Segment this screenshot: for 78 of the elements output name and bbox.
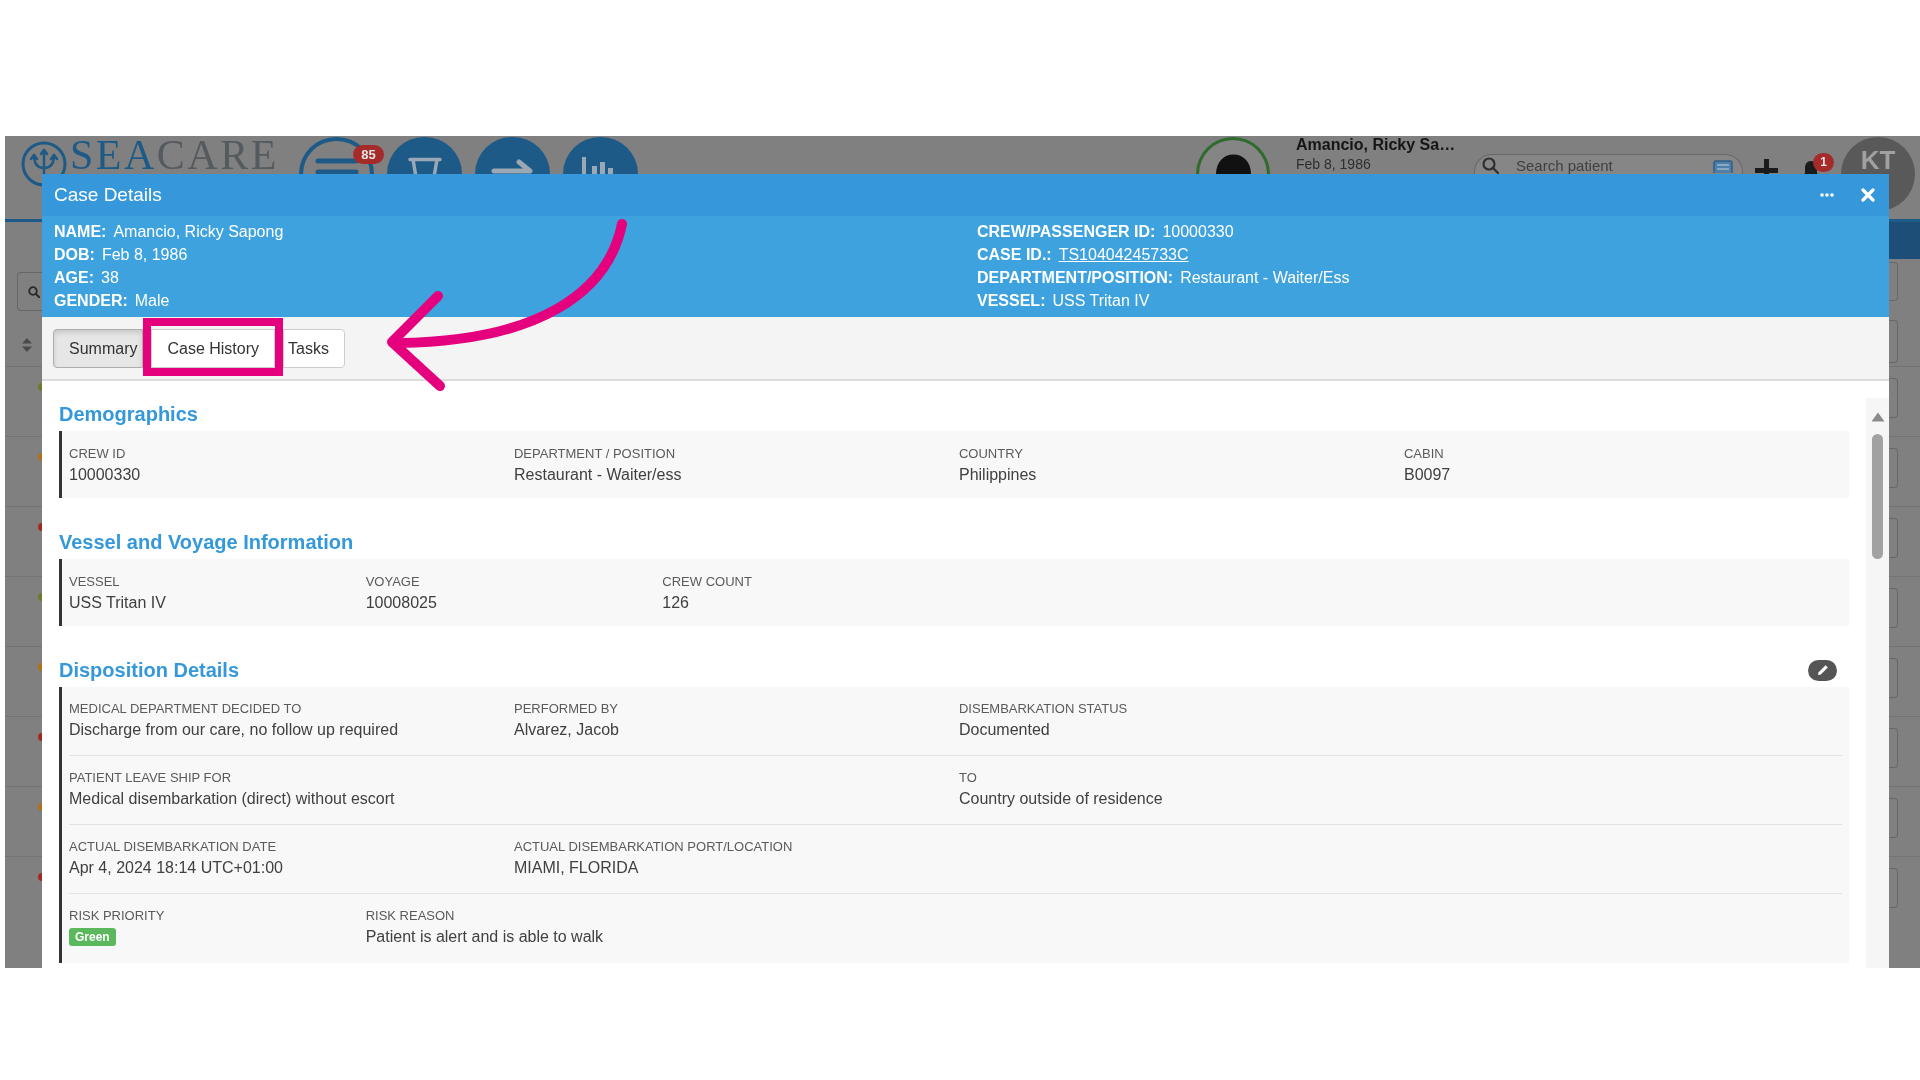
info-label: NAME: xyxy=(54,222,107,242)
field-label: VESSEL xyxy=(69,574,120,589)
field-label: DEPARTMENT / POSITION xyxy=(514,446,676,461)
field-label: MEDICAL DEPARTMENT DECIDED TO xyxy=(69,701,302,716)
field-label: PATIENT LEAVE SHIP FOR xyxy=(69,770,232,785)
field-label: RISK PRIORITY xyxy=(69,908,165,923)
field-label: COUNTRY xyxy=(958,446,1023,461)
field-value: Restaurant - Waiter/ess xyxy=(514,465,682,485)
trident-logo-icon xyxy=(21,141,67,187)
info-value: USS Tritan IV xyxy=(1052,291,1150,311)
field-label: RISK REASON xyxy=(365,908,455,923)
field-label: TO xyxy=(958,770,977,785)
section-title: Demographics xyxy=(59,402,198,426)
nav-button[interactable] xyxy=(387,137,462,174)
info-label: AGE: xyxy=(54,268,94,288)
person-silhouette-icon xyxy=(1214,154,1252,174)
right-arrow-icon xyxy=(490,159,535,174)
field-value: Philippines xyxy=(958,465,1037,485)
menu-icon xyxy=(314,158,359,174)
search-icon xyxy=(28,285,40,298)
field-value: 10000330 xyxy=(69,465,141,485)
patient-dob: Feb 8, 1986 xyxy=(1296,156,1372,172)
more-icon[interactable] xyxy=(1820,193,1834,197)
field-label: CABIN xyxy=(1403,446,1444,461)
field-value: Alvarez, Jacob xyxy=(514,720,619,740)
scrollbar-thumb[interactable] xyxy=(1872,434,1883,559)
header-bar xyxy=(1889,222,1920,259)
info-value: Restaurant - Waiter/Ess xyxy=(1180,268,1350,288)
info-value: Feb 8, 1986 xyxy=(101,245,188,265)
field-value: Apr 4, 2024 18:14 UTC+01:00 xyxy=(69,858,283,878)
info-value: Amancio, Ricky Sapong xyxy=(113,222,284,242)
search-field[interactable]: Search patient xyxy=(1474,154,1743,174)
field-value: Country outside of residence xyxy=(958,789,1163,809)
field-value: Documented xyxy=(958,720,1050,740)
id-card-icon xyxy=(1713,160,1733,173)
section-title: Vessel and Voyage Information xyxy=(59,530,354,554)
field-value: 126 xyxy=(662,593,689,613)
field-label: ACTUAL DISEMBARKATION DATE xyxy=(69,839,277,854)
field-value: Patient is alert and is able to walk xyxy=(365,927,604,947)
plus-icon[interactable] xyxy=(1754,158,1779,174)
info-value: 10000330 xyxy=(1162,222,1234,242)
field-value: 10008025 xyxy=(365,593,437,613)
field-value: Medical disembarkation (direct) without escort xyxy=(69,789,395,809)
field-label: DISEMBARKATION STATUS xyxy=(958,701,1128,716)
info-label: CREW/PASSENGER ID: xyxy=(977,222,1156,242)
info-label: VESSEL: xyxy=(977,291,1046,311)
search-icon xyxy=(1482,157,1499,174)
field-label: ACTUAL DISEMBARKATION PORT/LOCATION xyxy=(514,839,793,854)
info-value: 38 xyxy=(101,268,119,288)
field-label: CREW COUNT xyxy=(662,574,752,589)
count-badge: 85 xyxy=(353,145,384,164)
field-value: USS Tritan IV xyxy=(69,593,166,613)
priority-badge: Green xyxy=(69,928,116,946)
edit-button[interactable] xyxy=(1808,659,1837,681)
field-value: Discharge from our care, no follow up required xyxy=(69,720,399,740)
sort-icon[interactable] xyxy=(22,338,32,352)
scroll-up-icon[interactable] xyxy=(1870,412,1885,422)
tab[interactable]: Summary xyxy=(53,329,144,368)
info-label: DOB: xyxy=(54,245,95,265)
tab[interactable]: Tasks xyxy=(283,329,345,368)
field-label: VOYAGE xyxy=(365,574,420,589)
field-label: CREW ID xyxy=(69,446,126,461)
field-value: B0097 xyxy=(1403,465,1451,485)
info-label: CASE ID.: xyxy=(977,245,1052,265)
patient-name: Amancio, Ricky Sa… xyxy=(1296,136,1457,154)
info-value: Male xyxy=(134,291,170,311)
close-icon[interactable] xyxy=(1861,188,1875,202)
dialog-title: Case Details xyxy=(54,184,163,206)
scrollbar[interactable] xyxy=(1866,398,1889,968)
field-value: MIAMI, FLORIDA xyxy=(514,858,639,878)
info-label: GENDER: xyxy=(54,291,128,311)
cup-icon xyxy=(407,157,442,174)
pencil-icon xyxy=(1816,664,1829,676)
tab[interactable]: Case History xyxy=(151,329,276,368)
section-title: Disposition Details xyxy=(59,658,240,682)
field-label: PERFORMED BY xyxy=(514,701,618,716)
notification-badge: 1 xyxy=(1813,153,1834,172)
info-label: DEPARTMENT/POSITION: xyxy=(977,268,1174,288)
